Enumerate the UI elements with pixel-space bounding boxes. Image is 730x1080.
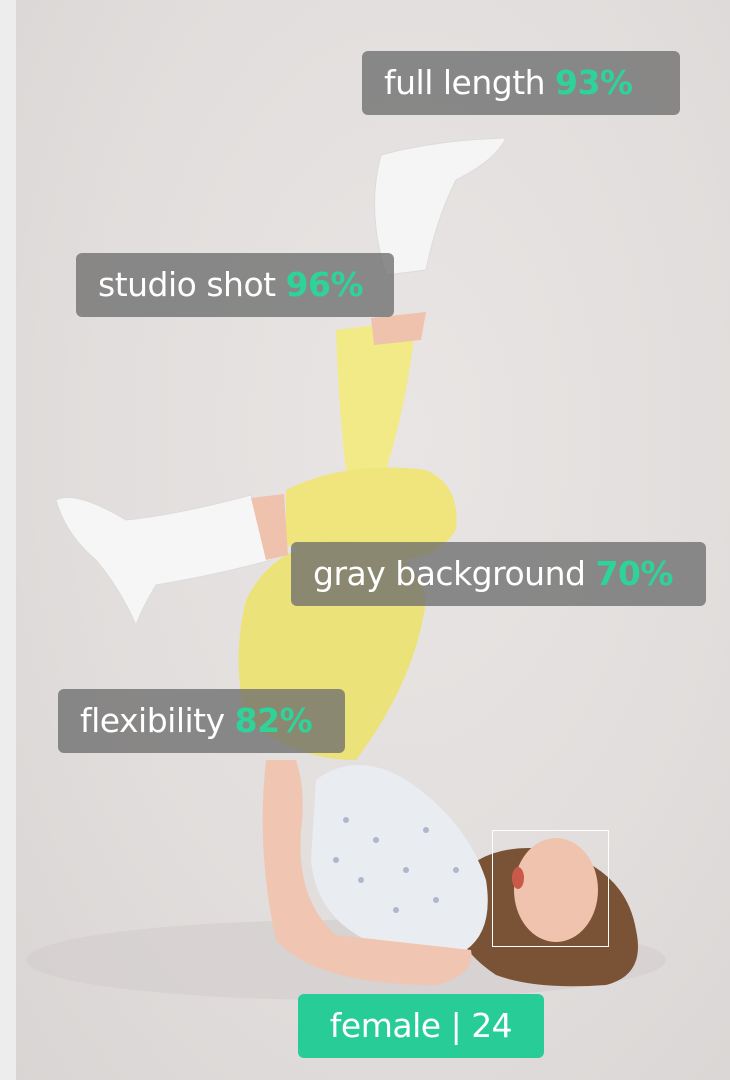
tag-flexibility: flexibility 82% bbox=[58, 689, 345, 753]
age-label: 24 bbox=[471, 1006, 513, 1045]
tag-percent: 93% bbox=[555, 63, 633, 102]
tag-label: gray background bbox=[313, 554, 586, 593]
boot-left bbox=[55, 494, 272, 627]
tag-studio-shot: studio shot 96% bbox=[76, 253, 394, 317]
gender-label: female bbox=[329, 1006, 441, 1045]
tag-label: studio shot bbox=[98, 265, 276, 304]
tag-percent: 82% bbox=[234, 701, 313, 740]
person-illustration bbox=[26, 137, 666, 1000]
tag-percent: 96% bbox=[285, 265, 364, 304]
tag-label: full length bbox=[384, 63, 546, 102]
face-detection-box bbox=[492, 830, 609, 947]
tag-gray-background: gray background 70% bbox=[291, 542, 706, 606]
tag-full-length: full length 93% bbox=[362, 51, 680, 115]
separator: | bbox=[450, 1006, 462, 1045]
tag-label: flexibility bbox=[80, 701, 225, 740]
tag-percent: 70% bbox=[595, 554, 673, 593]
photo: full length 93% studio shot 96% gray bac… bbox=[16, 0, 730, 1080]
gender-age-badge: female | 24 bbox=[298, 994, 544, 1058]
image-frame: full length 93% studio shot 96% gray bac… bbox=[0, 0, 730, 1080]
boot-top bbox=[374, 137, 507, 276]
